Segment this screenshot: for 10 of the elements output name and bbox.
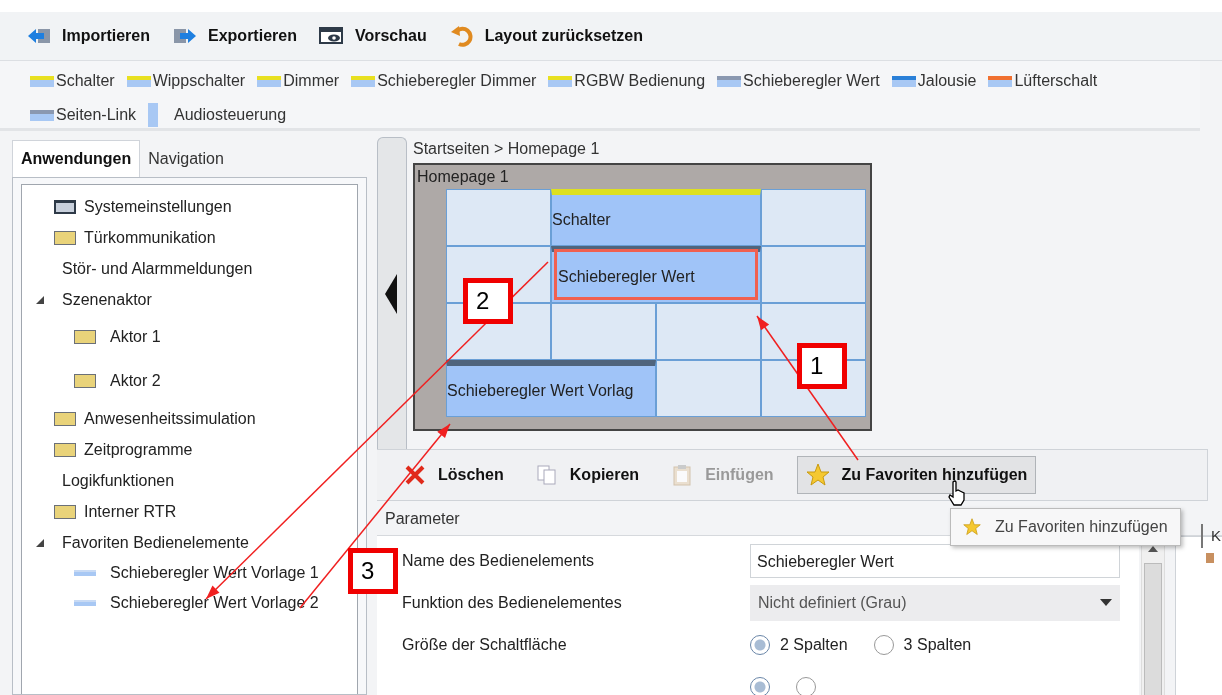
breadcrumb: Startseiten > Homepage 1	[413, 139, 601, 159]
parameter-label: Größe der Schaltfläche	[401, 636, 568, 654]
parameter-label: Name des Bedienelements	[401, 552, 596, 570]
callout-tooltip: 1	[797, 343, 847, 389]
canvas-title: Homepage 1	[416, 167, 510, 187]
tooltip: Zu Favoriten hinzufügen	[950, 508, 1181, 546]
callout-tooltip: 3	[348, 548, 398, 594]
section-title: Parameter	[384, 509, 460, 529]
callout-tooltip: 2	[463, 278, 513, 324]
parameter-label: Funktion des Bedienelementes	[401, 594, 623, 612]
